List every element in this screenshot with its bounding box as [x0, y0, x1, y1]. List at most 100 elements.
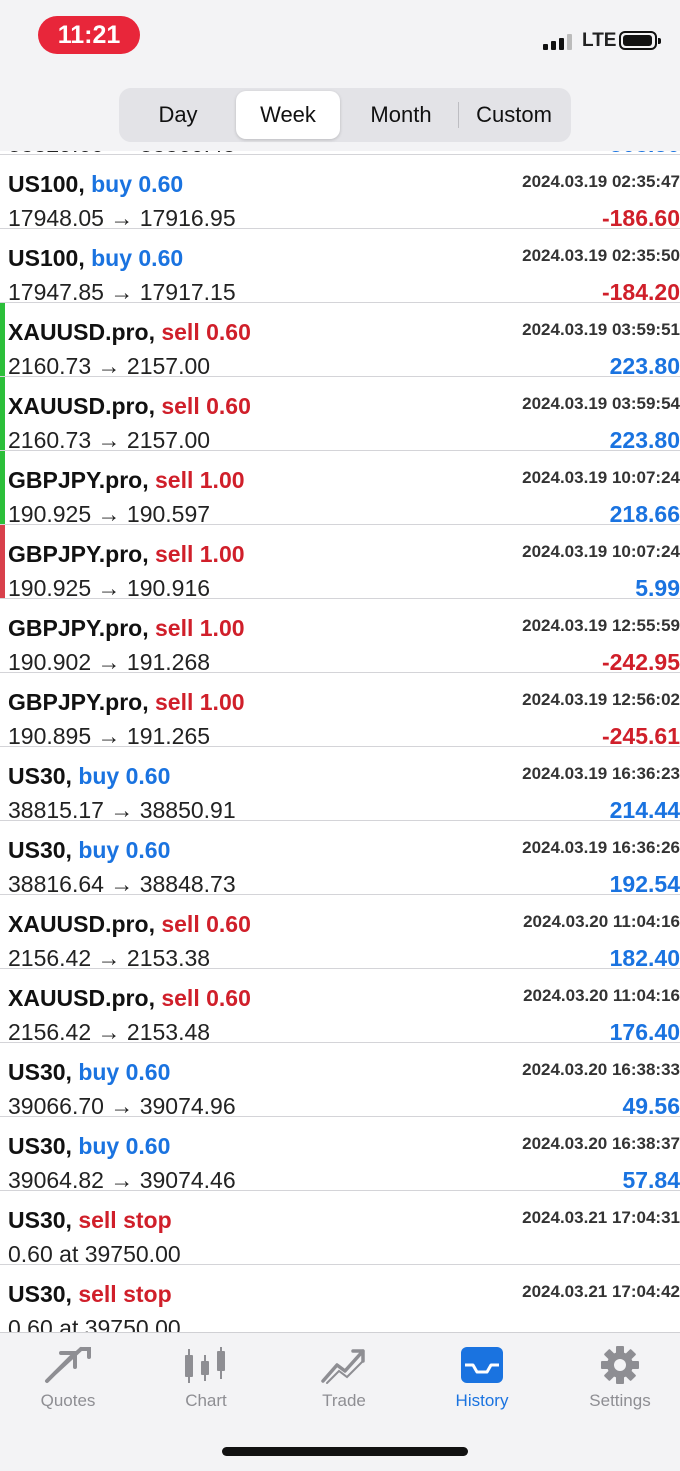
trade-profit: -184.20 — [601, 279, 680, 305]
trade-row[interactable]: US30, buy 0.60 38816.64 → 38848.73 2024.03… — [0, 821, 680, 897]
segment-day[interactable]: Day — [123, 91, 233, 139]
trade-row[interactable]: XAUUSD.pro, sell 0.60 2156.42 → 2153.38 20… — [0, 895, 680, 971]
trade-profit: 192.54 — [609, 871, 680, 897]
trade-title: US100, buy 0.60 — [8, 171, 184, 197]
network-label: LTE — [582, 30, 617, 51]
trade-prices: 2160.73 → 2157.00 — [8, 353, 211, 379]
tab-settings[interactable]: Settings — [552, 1341, 680, 1431]
trade-title: XAUUSD.pro, sell 0.60 — [8, 393, 251, 419]
trade-status-stripe — [0, 303, 5, 376]
trade-row[interactable]: GBPJPY.pro, sell 1.00 190.925 → 190.916 20… — [0, 525, 680, 601]
tab-trade[interactable]: Trade — [276, 1341, 412, 1431]
trade-action-type: sell — [161, 985, 200, 1011]
trade-action: buy 0.60 — [78, 1133, 170, 1159]
trade-action-type: sell — [161, 911, 200, 937]
trade-symbol: US30 — [8, 837, 66, 863]
trade-row[interactable]: US30, buy 0.60 39066.70 → 39074.96 2024.03… — [0, 1043, 680, 1119]
trade-row[interactable]: US30, sell stop 0.60 at 39750.00 2024.03.2… — [0, 1191, 680, 1267]
trade-profit: 182.40 — [609, 945, 680, 971]
trade-action: sell 0.60 — [161, 319, 251, 345]
trade-action-type: sell stop — [78, 1207, 172, 1233]
trade-row[interactable]: US100, buy 0.60 17948.05 → 17916.95 2024.0… — [0, 155, 680, 231]
trade-title: GBPJPY.pro, sell 1.00 — [8, 615, 245, 641]
trade-action: sell 1.00 — [155, 541, 245, 567]
trade-datetime: 2024.03.19 03:59:54 — [522, 394, 680, 413]
trade-symbol: XAUUSD.pro — [8, 319, 149, 345]
trade-row[interactable]: XAUUSD.pro, sell 0.60 2160.73 → 2157.00 20… — [0, 303, 680, 379]
trade-row[interactable]: US30, buy 0.60 38815.17 → 38850.91 2024.03… — [0, 747, 680, 823]
trade-row[interactable]: XAUUSD.pro, sell 0.60 2160.73 → 2157.00 20… — [0, 377, 680, 453]
segment-custom[interactable]: Custom — [459, 91, 569, 139]
trade-volume: 0.60 — [138, 171, 184, 197]
trade-action-type: buy — [91, 171, 132, 197]
trade-action-type: sell stop — [78, 1281, 172, 1307]
trade-action-type: sell — [161, 319, 200, 345]
trade-action-type: sell — [155, 467, 194, 493]
trade-title: XAUUSD.pro, sell 0.60 — [8, 319, 251, 345]
trade-action: sell stop — [78, 1207, 171, 1233]
trade-action-type: sell — [155, 615, 194, 641]
trade-row[interactable]: GBPJPY.pro, sell 1.00 190.925 → 190.597 20… — [0, 451, 680, 527]
trade-action-type: sell — [155, 541, 194, 567]
history-list[interactable]: US30, buy 0.6038829.60 → 38860.452024.03… — [0, 151, 680, 1332]
tab-chart-label: Chart — [185, 1391, 227, 1410]
trade-action-type: sell — [161, 393, 200, 419]
trade-action-type: buy — [78, 837, 120, 863]
trade-datetime: 2024.03.21 17:04:31 — [522, 1208, 680, 1227]
trade-datetime: 2024.03.21 17:04:42 — [522, 1282, 680, 1301]
trade-row[interactable]: US100, buy 0.60 17947.85 → 17917.15 2024.0… — [0, 229, 680, 305]
tab-chart[interactable]: Chart — [138, 1341, 274, 1431]
trade-row[interactable]: XAUUSD.pro, sell 0.60 2156.42 → 2153.48 20… — [0, 969, 680, 1045]
trade-title: XAUUSD.pro, sell 0.60 — [8, 985, 251, 1011]
trade-volume: 0.60 — [206, 985, 251, 1011]
trade-prices: 190.895 → 191.265 — [8, 723, 211, 749]
trade-volume: 0.60 — [125, 763, 171, 789]
trade-volume: 0.60 — [206, 911, 251, 937]
trade-row[interactable]: US30, buy 0.60 39064.82 → 39074.46 2024.03… — [0, 1117, 680, 1193]
trade-symbol: US30 — [8, 1207, 66, 1233]
trade-action: sell 1.00 — [155, 467, 245, 493]
trade-title: GBPJPY.pro, sell 1.00 — [8, 689, 245, 715]
trade-action-type: buy — [78, 1059, 120, 1085]
trade-prices: 190.925 → 190.597 — [8, 501, 211, 527]
trade-volume: 0.60 — [206, 393, 251, 419]
trade-icon — [321, 1349, 365, 1384]
trade-symbol: US30 — [8, 1281, 66, 1307]
trade-symbol: GBPJPY.pro — [8, 615, 143, 641]
trade-action: buy 0.60 — [91, 245, 183, 271]
trade-volume: 0.60 — [138, 245, 184, 271]
chart-icon — [185, 1347, 225, 1383]
trade-symbol: GBPJPY.pro — [8, 467, 143, 493]
trade-title: GBPJPY.pro, sell 1.00 — [8, 467, 245, 493]
trade-action-type: buy — [78, 1133, 120, 1159]
trade-status-stripe — [0, 451, 5, 524]
trade-datetime: 2024.03.20 16:38:33 — [522, 1060, 680, 1079]
tab-trade-label: Trade — [322, 1391, 366, 1410]
status-time: 11:21 — [38, 16, 140, 54]
trade-symbol: XAUUSD.pro — [8, 985, 149, 1011]
trade-prices: 0.60 at 39750.00 — [8, 1241, 181, 1267]
trade-profit: 49.56 — [622, 1093, 680, 1119]
trade-datetime: 2024.03.19 16:36:26 — [522, 838, 680, 857]
trade-action-type: buy — [78, 763, 120, 789]
trade-volume: 0.60 — [206, 319, 251, 345]
trade-action: sell 0.60 — [161, 393, 251, 419]
tab-quotes[interactable]: Quotes — [0, 1341, 136, 1431]
trade-row[interactable]: US30, sell stop 0.60 at 39750.00 2024.03.2… — [0, 1265, 680, 1332]
trade-row[interactable]: GBPJPY.pro, sell 1.00 190.895 → 191.265 20… — [0, 673, 680, 749]
trade-symbol: XAUUSD.pro — [8, 393, 149, 419]
trade-prices: 0.60 at 39750.00 — [8, 1315, 181, 1332]
trade-title: US100, buy 0.60 — [8, 245, 184, 271]
trade-volume: 1.00 — [199, 541, 245, 567]
trade-title: US30, buy 0.60 — [8, 1133, 171, 1159]
segment-month[interactable]: Month — [344, 91, 458, 139]
segment-week[interactable]: Week — [236, 91, 340, 139]
trade-symbol: GBPJPY.pro — [8, 541, 143, 567]
trade-profit: 218.66 — [609, 501, 680, 527]
trade-profit: -242.95 — [601, 649, 680, 675]
tab-history-label: History — [455, 1391, 509, 1410]
trade-profit: 223.80 — [609, 353, 680, 379]
settings-icon — [601, 1346, 639, 1384]
trade-row[interactable]: GBPJPY.pro, sell 1.00 190.902 → 191.268 20… — [0, 599, 680, 675]
tab-history[interactable]: History — [414, 1341, 550, 1431]
